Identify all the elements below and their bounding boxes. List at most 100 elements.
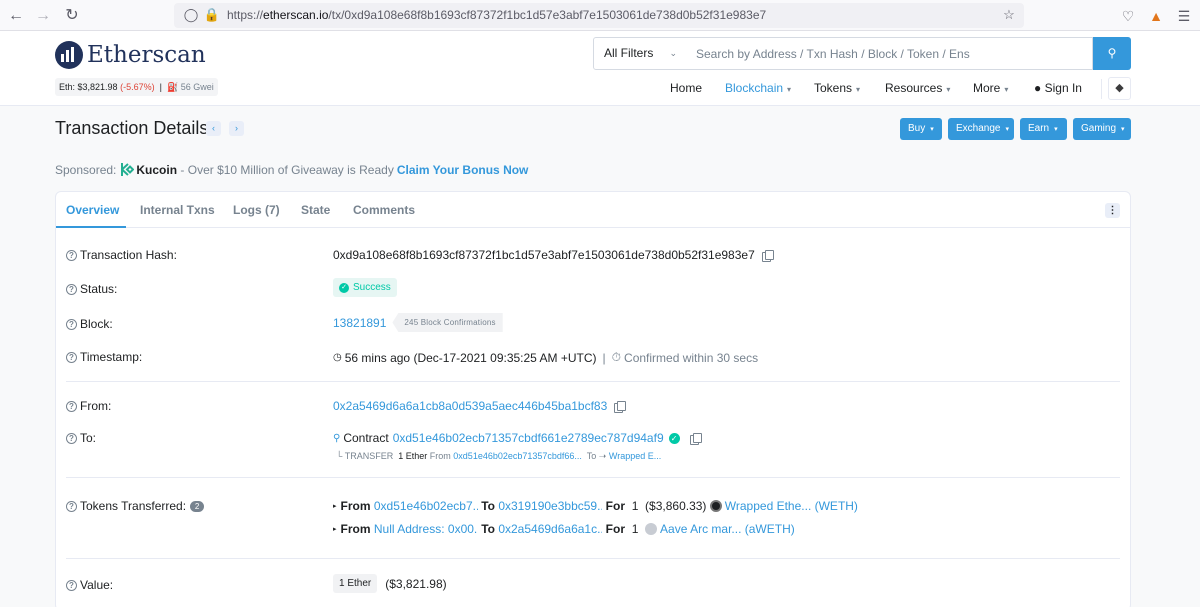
- earn-button[interactable]: Earn ▾: [1020, 118, 1067, 140]
- tab-bar: Overview Internal Txns Logs (7) State Co…: [56, 192, 1130, 228]
- verified-check-icon: ✓: [668, 432, 680, 444]
- chevron-down-icon: ⌄: [669, 48, 677, 58]
- transfer-from-link[interactable]: 0xd51e46b02ecb71357cbdf66...: [453, 451, 582, 461]
- nav-divider: [1101, 79, 1102, 99]
- caret-down-icon: ▾: [1005, 126, 1009, 133]
- token-name-link[interactable]: Aave Arc mar... (aWETH): [660, 522, 795, 536]
- exchange-button[interactable]: Exchange ▾: [948, 118, 1014, 140]
- help-icon[interactable]: ?: [66, 318, 77, 330]
- metamask-fox-icon[interactable]: ▲: [1146, 6, 1166, 26]
- nav-blockchain[interactable]: Blockchain ▾: [725, 81, 791, 97]
- ethereum-network-icon[interactable]: ◆: [1108, 77, 1131, 100]
- help-icon[interactable]: ?: [66, 400, 77, 412]
- sponsor-brand[interactable]: Kucoin: [136, 163, 177, 177]
- help-icon[interactable]: ?: [66, 351, 77, 363]
- token-name-link[interactable]: Wrapped Ethe... (WETH): [725, 499, 858, 513]
- caret-right-icon: ▸: [333, 526, 337, 533]
- next-tx-chevron-icon[interactable]: ›: [229, 121, 244, 136]
- tokens-transferred-label: ? Tokens Transferred: 2: [66, 499, 205, 513]
- lock-icon[interactable]: 🔒: [203, 6, 221, 24]
- internal-transfer-line: └ TRANSFER 1 Ether From 0xd51e46b02ecb71…: [336, 451, 662, 461]
- arrow-right-icon: ➝: [598, 451, 607, 461]
- buy-button[interactable]: Buy ▾: [900, 118, 942, 140]
- copy-icon[interactable]: [689, 432, 702, 445]
- confirmed-within: Confirmed within 30 secs: [624, 350, 759, 365]
- copy-icon[interactable]: [614, 400, 627, 413]
- block-value: 13821891 245 Block Confirmations: [333, 313, 503, 332]
- bookmark-star-icon[interactable]: ☆: [1000, 6, 1018, 24]
- tab-comments[interactable]: Comments: [353, 203, 415, 217]
- status-badge: ✓ Success: [333, 278, 397, 297]
- value-label: ? Value:: [66, 578, 113, 592]
- search-input[interactable]: [687, 37, 1093, 70]
- transaction-hash: 0xd9a108e68f8b1693cf87372f1bc1d57e3abf7e…: [333, 248, 774, 262]
- check-circle-icon: ✓: [339, 282, 349, 293]
- forward-arrow-icon[interactable]: →: [33, 6, 53, 26]
- from-label: ? From:: [66, 399, 111, 413]
- tab-state[interactable]: State: [301, 203, 330, 217]
- token-from-link[interactable]: Null Address: 0x00...: [374, 522, 478, 536]
- value-usd: ($3,821.98): [385, 576, 447, 591]
- weth-token-icon: [709, 500, 722, 512]
- section-divider: [66, 558, 1120, 559]
- hash-label: ? Transaction Hash:: [66, 248, 177, 262]
- transfer-to-link[interactable]: Wrapped E...: [609, 451, 661, 461]
- nav-more[interactable]: More ▾: [973, 81, 1008, 97]
- caret-down-icon: ▾: [1054, 126, 1058, 133]
- etherscan-logo-icon: [55, 41, 83, 69]
- address-bar[interactable]: ◯ 🔒 https://etherscan.io/tx/0xd9a108e68f…: [174, 3, 1024, 28]
- from-address-link[interactable]: 0x2a5469d6a6a1cb8a0d539a5aec446b45ba1bcf…: [333, 399, 607, 413]
- url-text[interactable]: https://etherscan.io/tx/0xd9a108e68f8b16…: [227, 8, 766, 22]
- help-icon[interactable]: ?: [66, 500, 77, 512]
- back-arrow-icon[interactable]: ←: [6, 6, 26, 26]
- hamburger-menu-icon[interactable]: ☰: [1174, 6, 1194, 26]
- timestamp-value: ◷ 56 mins ago (Dec-17-2021 09:35:25 AM +…: [333, 350, 759, 365]
- token-count-badge: 2: [190, 500, 205, 512]
- site-header: Etherscan Eth: $3,821.98 (-5.67%) | ⛽ 56…: [0, 31, 1200, 106]
- block-number-link[interactable]: 13821891: [333, 316, 386, 330]
- transaction-card: Overview Internal Txns Logs (7) State Co…: [55, 191, 1131, 607]
- nav-home[interactable]: Home: [670, 81, 702, 97]
- tab-logs[interactable]: Logs (7): [233, 203, 280, 217]
- page-title: Transaction Details: [55, 118, 209, 138]
- help-icon[interactable]: ?: [66, 579, 77, 591]
- timestamp-label: ? Timestamp:: [66, 350, 142, 364]
- nav-sign-in[interactable]: ● Sign In: [1034, 81, 1082, 97]
- token-transfer-row: ▸ From Null Address: 0x00... To 0x2a5469…: [333, 522, 795, 536]
- confirmations-badge: 245 Block Confirmations: [392, 313, 503, 332]
- previous-tx-chevron-icon[interactable]: ‹: [206, 121, 221, 136]
- nav-tokens[interactable]: Tokens ▾: [814, 81, 860, 97]
- nav-resources[interactable]: Resources ▾: [885, 81, 950, 97]
- gas-price[interactable]: 56 Gwei: [181, 82, 214, 92]
- active-tab-indicator: [56, 226, 126, 228]
- claim-bonus-link[interactable]: Claim Your Bonus Now: [397, 163, 529, 177]
- token-to-link[interactable]: 0x2a5469d6a6a1c...: [498, 522, 602, 536]
- gas-pump-icon: ⛽: [166, 82, 179, 92]
- copy-icon[interactable]: [761, 249, 774, 262]
- reload-icon[interactable]: ↻: [62, 6, 82, 26]
- help-icon[interactable]: ?: [66, 283, 77, 295]
- status-value: ✓ Success: [333, 278, 397, 297]
- value-amount: 1 Ether ($3,821.98): [333, 574, 447, 593]
- tab-overview[interactable]: Overview: [66, 203, 119, 217]
- search-button[interactable]: ⚲: [1093, 37, 1131, 70]
- token-to-link[interactable]: 0x319190e3bbc59...: [498, 499, 602, 513]
- section-divider: [66, 477, 1120, 478]
- tab-internal-txns[interactable]: Internal Txns: [140, 203, 215, 217]
- gaming-button[interactable]: Gaming ▾: [1073, 118, 1131, 140]
- shield-icon[interactable]: ◯: [182, 6, 200, 24]
- help-icon[interactable]: ?: [66, 249, 77, 261]
- search-filter-select[interactable]: All Filters ⌄: [593, 37, 688, 70]
- token-from-link[interactable]: 0xd51e46b02ecb7...: [374, 499, 478, 513]
- kucoin-logo-icon: [119, 162, 135, 177]
- pocket-icon[interactable]: ♡: [1118, 6, 1138, 26]
- block-label: ? Block:: [66, 317, 113, 331]
- to-contract-link[interactable]: 0xd51e46b02ecb71357cbdf661e2789ec787d94a…: [393, 431, 664, 445]
- caret-down-icon: ▾: [946, 85, 951, 94]
- caret-down-icon: ▾: [1004, 85, 1009, 94]
- value-pill: 1 Ether: [333, 574, 378, 593]
- eth-price-change: (-5.67%): [120, 82, 155, 92]
- more-options-icon[interactable]: ⋮: [1105, 203, 1120, 218]
- help-icon[interactable]: ?: [66, 432, 77, 444]
- aave-token-icon: [645, 523, 658, 535]
